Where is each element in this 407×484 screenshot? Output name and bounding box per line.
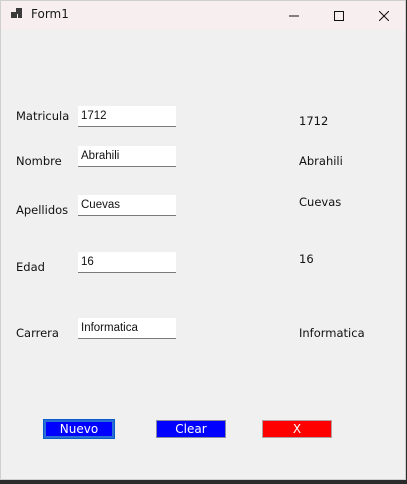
close-icon [379, 10, 389, 21]
close-button[interactable] [361, 1, 407, 30]
matricula-label: Matricula [16, 109, 70, 123]
window-title: Form1 [31, 7, 69, 21]
nombre-label: Nombre [16, 154, 62, 168]
edad-input[interactable] [78, 252, 176, 273]
apellidos-input[interactable] [78, 195, 176, 216]
edad-output: 16 [299, 252, 314, 266]
matricula-output: 1712 [299, 114, 329, 128]
clear-button[interactable]: Clear [156, 420, 226, 438]
carrera-output: Informatica [299, 326, 365, 340]
maximize-button[interactable] [316, 1, 362, 30]
nombre-output: Abrahili [299, 154, 343, 168]
maximize-icon [334, 10, 344, 21]
minimize-icon [289, 15, 299, 16]
title-bar[interactable]: Form1 [1, 1, 405, 30]
matricula-input[interactable] [78, 106, 176, 127]
nuevo-button[interactable]: Nuevo [43, 419, 115, 439]
carrera-input[interactable] [78, 318, 176, 339]
app-icon [11, 8, 23, 20]
x-button[interactable]: X [262, 420, 332, 438]
nombre-input[interactable] [78, 146, 176, 167]
edad-label: Edad [16, 260, 45, 274]
apellidos-output: Cuevas [299, 195, 342, 209]
apellidos-label: Apellidos [16, 203, 69, 217]
minimize-button[interactable] [271, 1, 317, 30]
form1-window: Form1 Matricula Nombre Apellidos Edad Ca… [0, 0, 406, 480]
carrera-label: Carrera [16, 326, 59, 340]
